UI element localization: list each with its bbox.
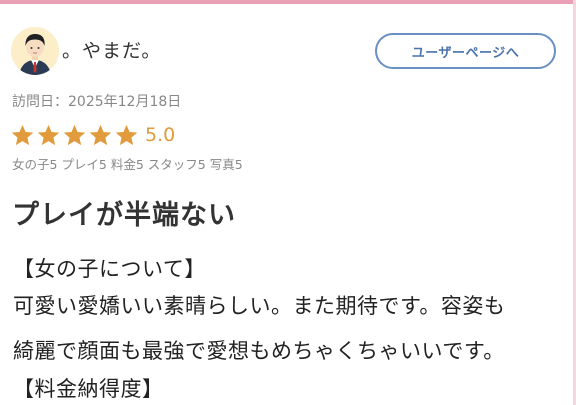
star-icon <box>89 124 112 146</box>
star-icon <box>11 124 34 146</box>
star-icon <box>37 124 60 146</box>
section-heading-price: 【料金納得度】 <box>13 377 164 401</box>
star-rating <box>10 123 140 148</box>
sub-ratings: 女の子5 プレイ5 料金5 スタッフ5 写真5 <box>12 157 243 172</box>
user-page-button[interactable]: ユーザーページへ <box>375 33 556 69</box>
review-body-line: 可愛い愛嬌いい素晴らしい。また期待です。容姿も <box>13 294 506 318</box>
top-border <box>0 0 576 4</box>
star-icon <box>63 124 86 146</box>
review-title: プレイが半端ない <box>12 200 236 231</box>
user-avatar-icon <box>11 27 59 75</box>
user-name[interactable]: 。やまだ。 <box>62 36 161 63</box>
review-body-line: 綺麗で顔面も最強で愛想もめちゃくちゃいいです。 <box>13 339 505 363</box>
avatar[interactable] <box>11 27 59 75</box>
section-heading-girl: 【女の子について】 <box>13 257 206 281</box>
rating-score: 5.0 <box>145 124 176 146</box>
star-icon <box>115 124 138 146</box>
visit-date: 訪問日：2025年12月18日 <box>12 94 182 110</box>
